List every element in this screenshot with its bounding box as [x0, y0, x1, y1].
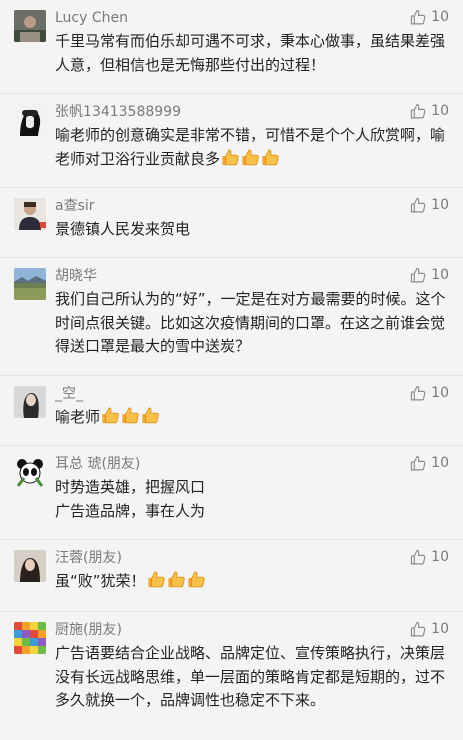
comment-item: Lucy Chen 10 千里马常有而伯乐却可遇不可求，秉本心做事，虽结果差强人… [0, 0, 463, 94]
thumbs-up-emoji-icon [147, 570, 166, 589]
commenter-name[interactable]: 厨施(朋友) [55, 620, 122, 640]
like-count: 10 [431, 455, 449, 471]
thumbs-up-emoji-icon [167, 570, 186, 589]
like-button[interactable]: 10 [410, 547, 449, 567]
comment-item: 张帆13413588999 10 喻老师的创意确实是非常不错，可惜不是个个人欣赏… [0, 94, 463, 188]
like-button[interactable]: 10 [410, 383, 449, 403]
comment-text: 千里马常有而伯乐却可遇不可求，秉本心做事，虽结果差强人意，但相信也是无悔那些付出… [55, 32, 446, 74]
thumbs-up-outline-icon [410, 103, 427, 120]
like-count: 10 [431, 197, 449, 213]
commenter-name[interactable]: 张帆13413588999 [55, 102, 181, 122]
like-button[interactable]: 10 [410, 101, 449, 121]
avatar[interactable] [14, 104, 46, 136]
thumbs-up-emoji-icon [141, 406, 160, 425]
thumbs-up-outline-icon [410, 455, 427, 472]
thumbs-up-outline-icon [410, 197, 427, 214]
like-button[interactable]: 10 [410, 265, 449, 285]
like-count: 10 [431, 621, 449, 637]
thumbs-up-emoji-icon [261, 148, 280, 167]
commenter-name[interactable]: 耳总 琥(朋友) [55, 454, 140, 474]
comment-text: 喻老师的创意确实是非常不错，可惜不是个个人欣赏啊，喻老师对卫浴行业贡献良多 [55, 124, 449, 171]
comment-item: 汪蓉(朋友) 10 虽“败”犹荣！ [0, 540, 463, 612]
comment-item: 厨施(朋友) 10 广告语要结合企业战略、品牌定位、宣传策略执行，决策层没有长远… [0, 612, 463, 740]
thumbs-up-emoji-icon [121, 406, 140, 425]
comment-item: 胡晓华 10 我们自己所认为的“好”，一定是在对方最需要的时候。这个时间点很关键… [0, 258, 463, 376]
avatar[interactable] [14, 456, 46, 488]
comment-text: 广告语要结合企业战略、品牌定位、宣传策略执行，决策层没有长远战略思维，单一层面的… [55, 644, 446, 709]
comment-item: 耳总 琥(朋友) 10 时势造英雄，把握风口 广告造品牌，事在人为 [0, 446, 463, 540]
thumbs-up-emoji-icon [101, 406, 120, 425]
comment-text: 景德镇人民发来贺电 [55, 220, 191, 238]
commenter-name[interactable]: 汪蓉(朋友) [55, 548, 122, 568]
comment-text-content: 喻老师 [55, 408, 101, 426]
commenter-name[interactable]: 胡晓华 [55, 266, 97, 286]
avatar[interactable] [14, 10, 46, 42]
thumbs-up-outline-icon [410, 267, 427, 284]
like-button[interactable]: 10 [410, 195, 449, 215]
commenter-name[interactable]: _空_ [55, 384, 83, 404]
thumbs-up-outline-icon [410, 621, 427, 638]
like-count: 10 [431, 385, 449, 401]
comment-item: a查sir 10 景德镇人民发来贺电 [0, 188, 463, 258]
thumbs-up-outline-icon [410, 549, 427, 566]
comment-text-content: 虽“败”犹荣！ [55, 572, 146, 590]
comment-item: _空_ 10 喻老师 [0, 376, 463, 446]
avatar[interactable] [14, 198, 46, 230]
avatar[interactable] [14, 386, 46, 418]
commenter-name[interactable]: a查sir [55, 196, 95, 216]
like-count: 10 [431, 549, 449, 565]
comment-text: 时势造英雄，把握风口 广告造品牌，事在人为 [55, 478, 206, 520]
thumbs-up-emoji-icon [241, 148, 260, 167]
like-count: 10 [431, 267, 449, 283]
like-button[interactable]: 10 [410, 453, 449, 473]
avatar[interactable] [14, 622, 46, 654]
comment-text: 虽“败”犹荣！ [55, 570, 449, 594]
commenter-name[interactable]: Lucy Chen [55, 8, 128, 28]
thumbs-up-outline-icon [410, 9, 427, 26]
like-count: 10 [431, 103, 449, 119]
avatar[interactable] [14, 550, 46, 582]
like-button[interactable]: 10 [410, 7, 449, 27]
comment-list: Lucy Chen 10 千里马常有而伯乐却可遇不可求，秉本心做事，虽结果差强人… [0, 0, 463, 740]
comment-text: 我们自己所认为的“好”，一定是在对方最需要的时候。这个时间点很关键。比如这次疫情… [55, 290, 446, 355]
like-button[interactable]: 10 [410, 619, 449, 639]
comment-text: 喻老师 [55, 406, 449, 430]
like-count: 10 [431, 9, 449, 25]
thumbs-up-emoji-icon [221, 148, 240, 167]
avatar[interactable] [14, 268, 46, 300]
thumbs-up-emoji-icon [187, 570, 206, 589]
thumbs-up-outline-icon [410, 385, 427, 402]
